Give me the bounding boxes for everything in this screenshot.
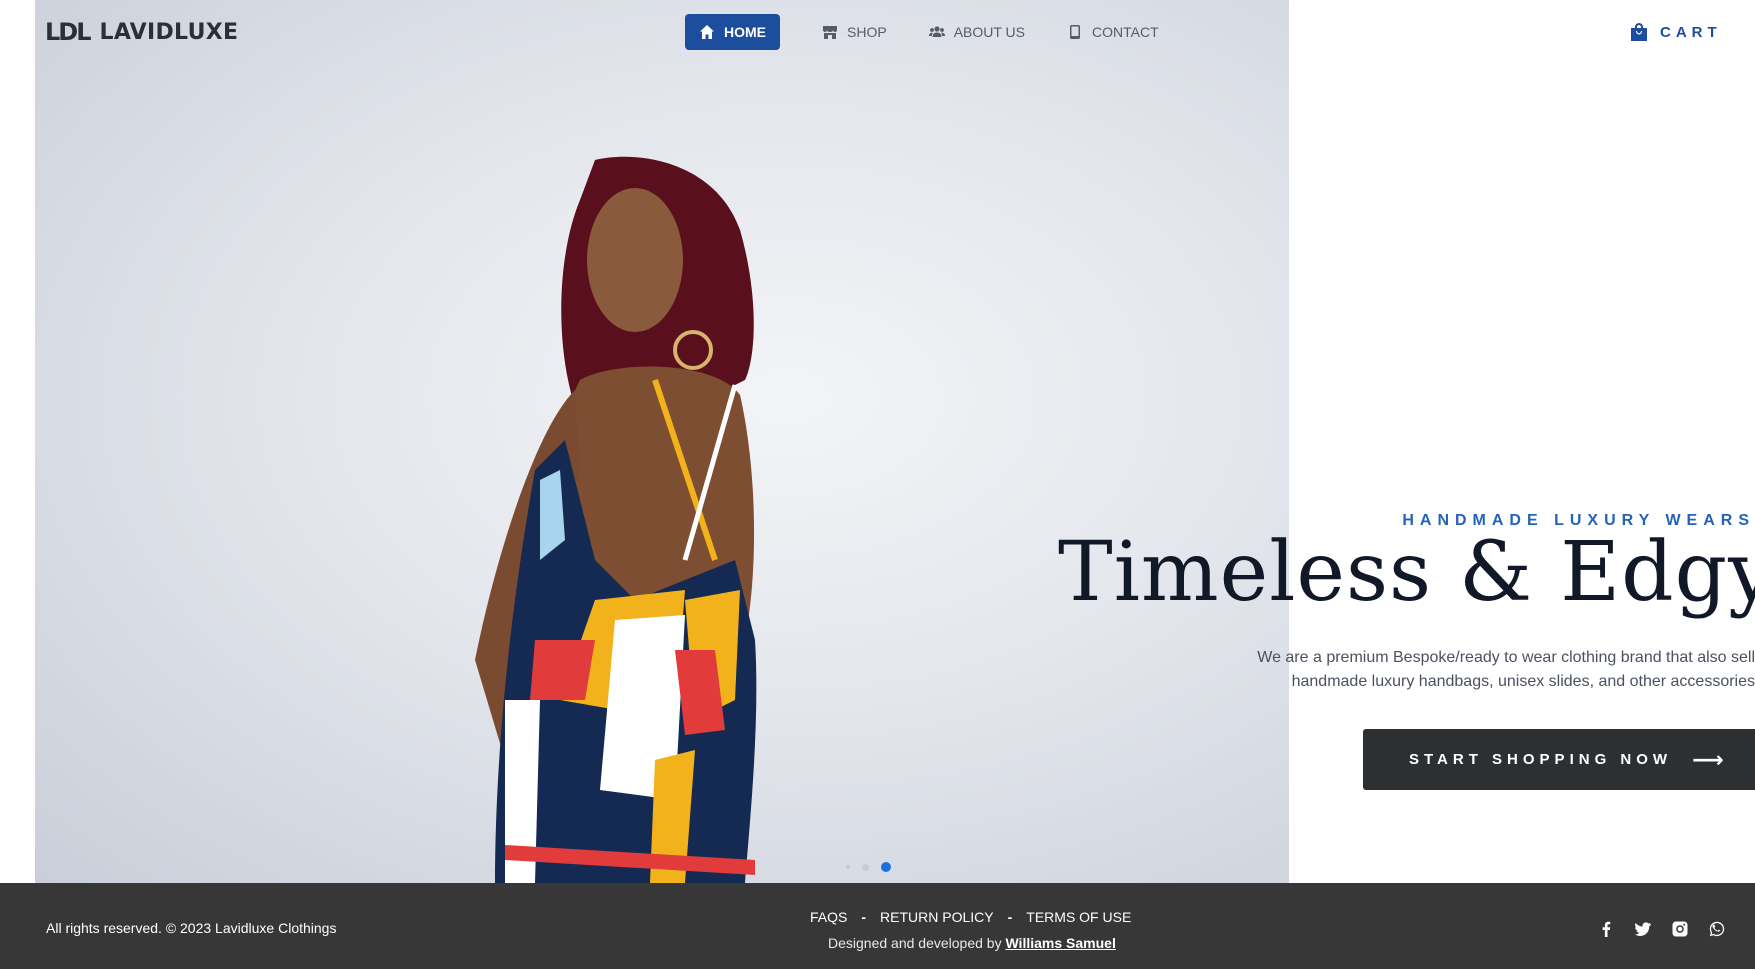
main-nav: HOME SHOP ABOUT US CONTACT (685, 14, 1173, 50)
twitter-icon[interactable] (1633, 919, 1652, 938)
social-links (1596, 919, 1726, 938)
home-icon (700, 25, 714, 39)
cta-label: START SHOPPING NOW (1409, 751, 1673, 768)
instagram-icon[interactable] (1670, 919, 1689, 938)
footer-links: FAQS - RETURN POLICY - TERMS OF USE (810, 909, 1131, 925)
carousel-dot-3[interactable] (881, 862, 891, 872)
users-icon (928, 26, 945, 37)
shopping-bag-icon (1631, 23, 1647, 41)
nav-contact[interactable]: CONTACT (1053, 14, 1173, 50)
nav-about-label: ABOUT US (953, 24, 1025, 40)
nav-shop-label: SHOP (847, 24, 887, 40)
brand-logo[interactable]: LDL LAVIDLUXE (45, 18, 238, 46)
start-shopping-button[interactable]: START SHOPPING NOW ⟶ (1363, 729, 1755, 790)
copyright-text: All rights reserved. © 2023 Lavidluxe Cl… (46, 920, 337, 936)
carousel-dot-2[interactable] (862, 863, 869, 871)
facebook-icon[interactable] (1596, 919, 1615, 938)
cart-button[interactable]: CART (1630, 22, 1722, 42)
model-illustration (475, 156, 757, 883)
developer-link[interactable]: Williams Samuel (1005, 935, 1115, 951)
hero-headline: Timeless & Edgy (1058, 525, 1755, 620)
developer-credit: Designed and developed by Williams Samue… (828, 935, 1116, 951)
store-icon (823, 26, 837, 39)
logo-text: LAVIDLUXE (99, 19, 239, 45)
footer-separator: - (1007, 909, 1013, 925)
nav-about[interactable]: ABOUT US (915, 14, 1039, 50)
footer-separator: - (861, 909, 867, 925)
footer-link-return-policy[interactable]: RETURN POLICY (880, 909, 994, 925)
nav-home[interactable]: HOME (685, 14, 780, 50)
whatsapp-icon[interactable] (1707, 919, 1726, 938)
nav-shop[interactable]: SHOP (808, 14, 901, 50)
top-navbar: LDL LAVIDLUXE HOME SHOP ABOUT US CONTACT… (0, 0, 1755, 64)
carousel-dot-1[interactable] (846, 865, 850, 869)
nav-contact-label: CONTACT (1092, 24, 1159, 40)
hero-description: We are a premium Bespoke/ready to wear c… (1257, 649, 1755, 690)
footer-link-terms[interactable]: TERMS OF USE (1026, 909, 1131, 925)
nav-home-label: HOME (724, 24, 766, 40)
logo-mark: LDL (45, 18, 91, 46)
credit-prefix: Designed and developed by (828, 935, 1002, 951)
phone-icon (1070, 25, 1080, 39)
footer-link-faqs[interactable]: FAQS (810, 909, 847, 925)
arrow-right-icon: ⟶ (1692, 746, 1724, 772)
cart-label: CART (1660, 23, 1722, 41)
footer: All rights reserved. © 2023 Lavidluxe Cl… (0, 883, 1755, 969)
hero-image (35, 0, 1289, 883)
carousel-indicators (846, 862, 891, 872)
